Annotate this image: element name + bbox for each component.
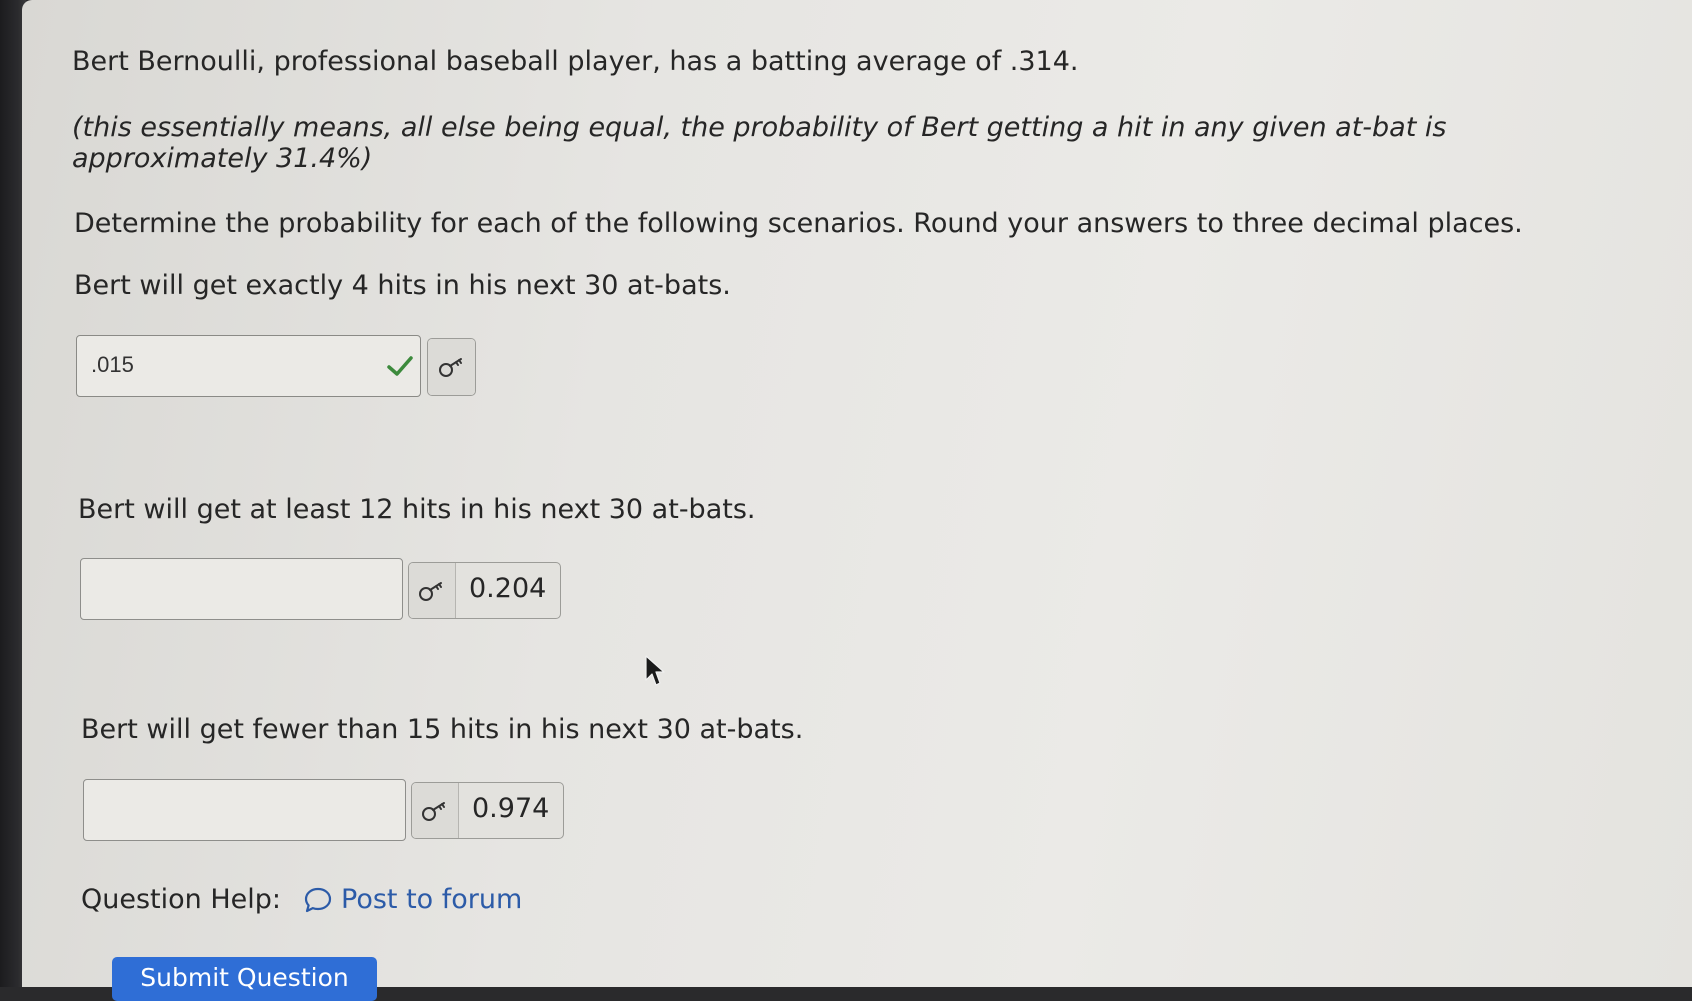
question-1-answer-input[interactable]: .015 [76,335,421,397]
key-icon [422,801,445,821]
question-2-prompt: Bert will get at least 12 hits in his ne… [78,494,756,525]
problem-note-line1: (this essentially means, all else being … [72,112,1447,143]
key-icon [438,358,462,377]
question-3-answer-input[interactable] [83,779,406,841]
question-2-answer-input[interactable] [80,558,403,620]
instructions: Determine the probability for each of th… [74,208,1523,239]
question-1-key-icon-wrap [428,339,475,395]
question-page: Bert Bernoulli, professional baseball pl… [22,0,1692,1001]
question-2-revealed-answer: 0.204 [469,573,547,604]
problem-intro: Bert Bernoulli, professional baseball pl… [72,46,1079,77]
submit-question-button[interactable]: Submit Question [112,957,377,1001]
speech-bubble-icon [304,887,332,912]
question-3-key-button[interactable]: 0.974 [411,782,564,839]
question-2-key-button[interactable]: 0.204 [408,562,561,619]
post-to-forum-link[interactable]: Post to forum [303,884,522,915]
question-1-answer-value: .015 [91,352,134,377]
checkmark-icon [387,356,413,376]
question-3-key-icon-wrap [412,783,459,838]
question-3-prompt: Bert will get fewer than 15 hits in his … [81,714,804,745]
key-icon [419,581,442,601]
submit-question-label: Submit Question [140,963,349,992]
mouse-cursor-icon [645,655,665,686]
question-1-key-button[interactable] [427,338,476,396]
question-3-revealed-answer: 0.974 [472,793,550,824]
question-2-key-icon-wrap [409,563,456,618]
question-1-prompt: Bert will get exactly 4 hits in his next… [74,270,731,301]
question-help-label: Question Help: [81,884,281,915]
post-to-forum-label: Post to forum [341,884,523,915]
problem-note-line2: approximately 31.4%) [72,143,373,174]
